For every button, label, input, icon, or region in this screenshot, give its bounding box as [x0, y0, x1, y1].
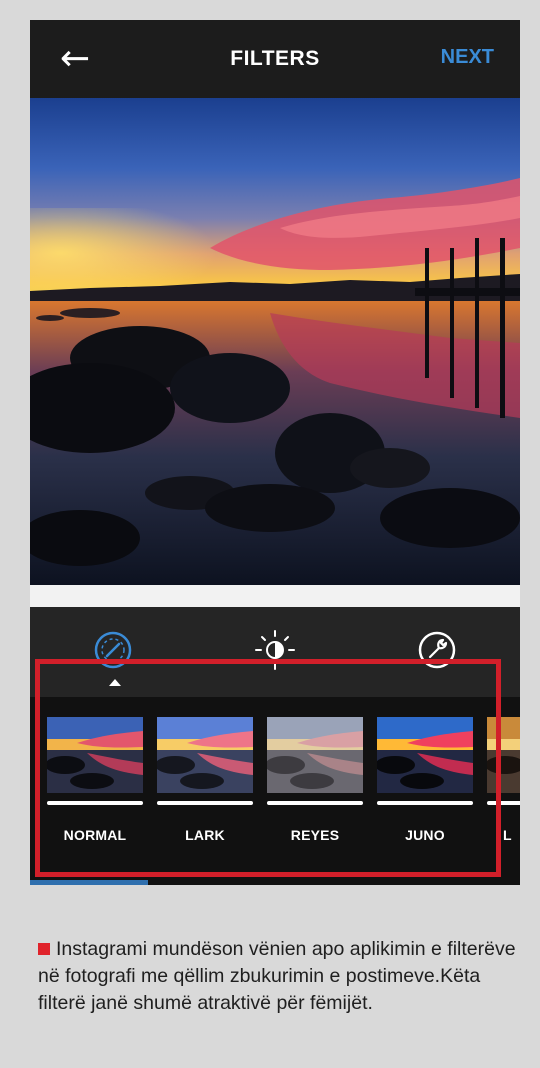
photo-bottom-edge — [30, 585, 520, 607]
page: ← FILTERS NEXT NORMAL LARK REYES JUNO L … — [0, 0, 540, 1068]
caption: Instagrami mundëson vënien apo aplikimin… — [38, 936, 518, 1017]
highlight-box — [35, 659, 501, 877]
top-bar: ← FILTERS NEXT — [30, 20, 520, 98]
next-button[interactable]: NEXT — [441, 46, 494, 69]
caption-text: Instagrami mundëson vënien apo aplikimin… — [38, 938, 516, 1014]
photo-preview — [30, 98, 520, 585]
page-title: FILTERS — [230, 47, 320, 70]
arrow-left-icon[interactable]: ← — [60, 40, 104, 78]
active-filter-underline — [30, 880, 148, 885]
bullet-icon — [38, 943, 50, 955]
